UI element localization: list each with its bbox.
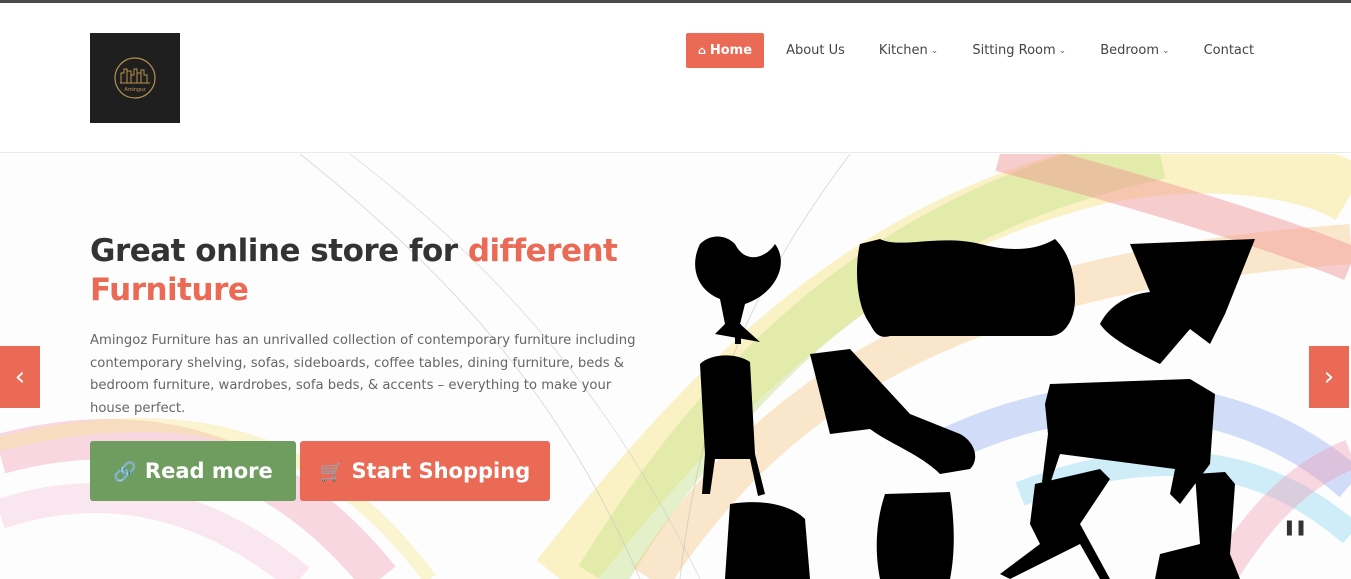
slider-prev-button[interactable]: ‹	[0, 346, 40, 408]
nav-home[interactable]: ⌂ Home	[686, 33, 765, 68]
logo-text: Amingoz	[124, 87, 146, 93]
nav-about-us-label: About Us	[786, 43, 845, 58]
hero-headline: Great online store for different Furnitu…	[90, 232, 650, 310]
nav-kitchen-label: Kitchen	[878, 43, 928, 58]
pause-icon[interactable]: ❚❚	[1283, 518, 1307, 536]
start-shopping-label: Start Shopping	[351, 459, 531, 483]
link-icon: 🔗	[113, 460, 137, 483]
read-more-button[interactable]: 🔗 Read more	[90, 441, 296, 501]
nav-sitting-room[interactable]: Sitting Room ⌄	[955, 33, 1083, 68]
home-icon: ⌂	[698, 44, 706, 57]
chevron-down-icon: ⌄	[1058, 45, 1067, 56]
nav-kitchen[interactable]: Kitchen ⌄	[862, 33, 955, 68]
headline-main: Great online store for	[90, 233, 468, 269]
main-nav: ⌂ Home About Us Kitchen ⌄ Sitting Room ⌄…	[686, 33, 1271, 68]
nav-contact-label: Contact	[1203, 43, 1255, 58]
read-more-label: Read more	[144, 459, 273, 483]
site-header: Amingoz ⌂ Home About Us Kitchen ⌄ Sittin…	[0, 3, 1351, 153]
nav-home-label: Home	[709, 43, 753, 58]
chevron-right-icon: ›	[1323, 362, 1335, 392]
nav-contact[interactable]: Contact	[1187, 33, 1272, 68]
site-logo[interactable]: Amingoz	[90, 33, 180, 123]
chevron-left-icon: ‹	[14, 362, 26, 392]
chevron-down-icon: ⌄	[1162, 45, 1170, 56]
start-shopping-button[interactable]: 🛒 Start Shopping	[300, 441, 550, 501]
hero-description: Amingoz Furniture has an unrivalled coll…	[90, 333, 636, 416]
hero-slider: Great online store for different Furnitu…	[0, 154, 1351, 579]
nav-sitting-room-label: Sitting Room	[972, 43, 1056, 58]
cart-icon: 🛒	[319, 460, 344, 483]
chevron-down-icon: ⌄	[930, 45, 939, 56]
nav-bedroom[interactable]: Bedroom ⌄	[1083, 33, 1186, 68]
furniture-silhouettes-image	[695, 236, 1255, 579]
logo-emblem-icon: Amingoz	[114, 57, 156, 99]
nav-about-us[interactable]: About Us	[769, 33, 862, 68]
slider-next-button[interactable]: ›	[1309, 346, 1349, 408]
nav-bedroom-label: Bedroom	[1100, 43, 1160, 58]
